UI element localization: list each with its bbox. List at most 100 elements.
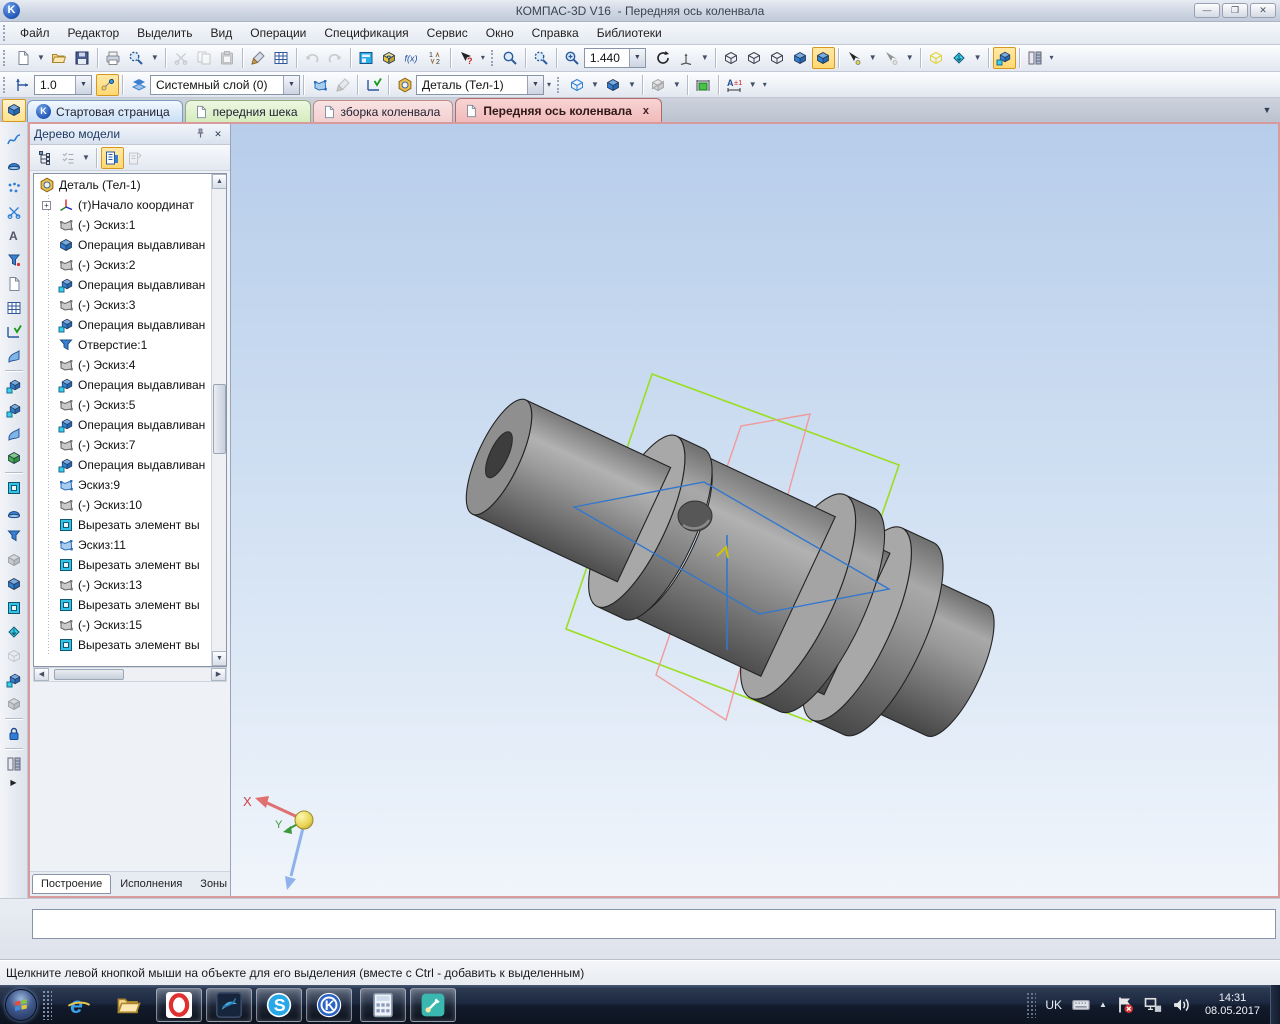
tree-item-origin[interactable]: +(т)Начало координат <box>34 195 211 215</box>
tree-item-sketch15[interactable]: (-) Эскиз:15 <box>34 615 211 635</box>
volume-icon[interactable] <box>1171 995 1191 1015</box>
slot-operation-button[interactable] <box>2 548 26 572</box>
redo-button[interactable] <box>324 47 347 69</box>
rebuild-dropdown[interactable]: ▼ <box>971 47 985 69</box>
zoom-combo-dropdown[interactable]: ▼ <box>629 49 645 67</box>
boolean-operation-button[interactable] <box>2 476 26 500</box>
tree-item-cutout4[interactable]: Вырезать элемент вы <box>34 635 211 655</box>
spec-sheet-tool-button[interactable] <box>2 272 26 296</box>
tab-front-cheek[interactable]: передния шека <box>185 100 311 122</box>
tree-item-cutout1[interactable]: Вырезать элемент вы <box>34 515 211 535</box>
menu-file[interactable]: Файл <box>11 23 59 43</box>
pattern-operation-button[interactable] <box>2 668 26 692</box>
toolbar-overflow[interactable]: ▾ <box>478 47 488 69</box>
macro-tool-button[interactable] <box>2 752 26 776</box>
expand-plus-icon[interactable]: + <box>42 201 51 210</box>
new-document-dropdown[interactable]: ▼ <box>34 47 48 69</box>
tab-close-icon[interactable]: x <box>643 105 649 117</box>
taskbar-skype[interactable] <box>256 988 302 1022</box>
tree-item-sketch4[interactable]: (-) Эскиз:4 <box>34 355 211 375</box>
tab-construction[interactable]: Построение <box>32 874 111 894</box>
tree-horizontal-scrollbar[interactable]: ◀ ▶ <box>33 667 227 682</box>
solid-display-button[interactable] <box>602 74 625 96</box>
hidden-lines-thin-button[interactable] <box>766 47 789 69</box>
action-center-flag-icon[interactable] <box>1115 995 1135 1015</box>
tray-expand-icon[interactable]: ▲ <box>1099 1000 1107 1009</box>
cut-button[interactable] <box>170 47 193 69</box>
viewport-3d[interactable]: Y X Z <box>231 124 1278 896</box>
menu-service[interactable]: Сервис <box>418 23 477 43</box>
tolerance-dropdown[interactable]: ▼ <box>746 74 760 96</box>
zoom-selection-button[interactable] <box>530 47 553 69</box>
tree-filter-dropdown[interactable]: ▼ <box>79 147 93 169</box>
shaded-button[interactable] <box>789 47 812 69</box>
zoom-value[interactable]: 1.440 <box>585 51 629 65</box>
show-desktop-button[interactable] <box>1270 985 1280 1024</box>
menu-view[interactable]: Вид <box>202 23 242 43</box>
section-dropdown[interactable]: ▼ <box>670 74 684 96</box>
tree-structure-button[interactable] <box>33 147 56 169</box>
hole-operation-button[interactable] <box>2 524 26 548</box>
menu-operations[interactable]: Операции <box>241 23 315 43</box>
tree-additional-button[interactable] <box>124 147 147 169</box>
zoom-area-button[interactable] <box>499 47 522 69</box>
shaded-with-edges-button[interactable] <box>812 47 835 69</box>
menu-libraries[interactable]: Библиотеки <box>588 23 671 43</box>
hide-objects-button[interactable] <box>880 47 903 69</box>
toolbar-overflow[interactable]: ▾ <box>1047 47 1057 69</box>
trim-tool-button[interactable] <box>2 200 26 224</box>
print-preview-dropdown[interactable]: ▼ <box>148 47 162 69</box>
mirror-operation-button[interactable] <box>2 644 26 668</box>
tree-vertical-scrollbar[interactable]: ▲ ▼ <box>211 174 226 666</box>
document-combo-dropdown[interactable]: ▼ <box>527 76 543 94</box>
tree-item-sketch7[interactable]: (-) Эскиз:7 <box>34 435 211 455</box>
paste-button[interactable] <box>216 47 239 69</box>
tree-item-sketch5[interactable]: (-) Эскиз:5 <box>34 395 211 415</box>
rebuild-button[interactable] <box>948 47 971 69</box>
taskbar-clock[interactable]: 14:31 08.05.2017 <box>1195 992 1270 1018</box>
spline-tool-button[interactable] <box>2 128 26 152</box>
scroll-left-button[interactable]: ◀ <box>34 668 49 681</box>
tree-item-sketch13[interactable]: (-) Эскиз:13 <box>34 575 211 595</box>
toolbar-overflow[interactable]: ▾ <box>544 74 554 96</box>
functions-button[interactable] <box>401 47 424 69</box>
dimensions-3d-button[interactable] <box>925 47 948 69</box>
layer-value[interactable]: Системный слой (0) <box>151 78 283 92</box>
model-texture-button[interactable] <box>565 74 588 96</box>
relations-button[interactable] <box>993 47 1016 69</box>
model-rows-button[interactable] <box>1024 47 1047 69</box>
message-input[interactable] <box>33 910 1275 938</box>
tab-front-axle-active[interactable]: Передняя ось коленвала x <box>455 98 662 122</box>
solid-tool-button[interactable] <box>2 152 26 176</box>
print-button[interactable] <box>102 47 125 69</box>
tree-item-extrude3[interactable]: Операция выдавливан <box>34 315 211 335</box>
wireframe-button[interactable] <box>720 47 743 69</box>
tab-start-page[interactable]: K Стартовая страница <box>27 100 183 122</box>
start-button[interactable] <box>2 986 40 1024</box>
close-panel-button[interactable]: ✕ <box>210 127 226 142</box>
tab-crankshaft-assembly[interactable]: зборка коленвала <box>313 100 454 122</box>
tree-item-sketch10[interactable]: (-) Эскиз:10 <box>34 495 211 515</box>
copy-properties-button[interactable] <box>247 47 270 69</box>
crankshaft-solid[interactable] <box>433 347 1026 782</box>
menu-help[interactable]: Справка <box>523 23 588 43</box>
keyboard-layout-icon[interactable] <box>1071 995 1091 1015</box>
tree-item-extrude2[interactable]: Операция выдавливан <box>34 275 211 295</box>
simplify-dropdown[interactable]: ▼ <box>866 47 880 69</box>
taskbar-calculator[interactable] <box>360 988 406 1022</box>
menu-editor[interactable]: Редактор <box>59 23 129 43</box>
check-axes-button[interactable] <box>362 74 385 96</box>
tree-item-sketch9[interactable]: Эскиз:9 <box>34 475 211 495</box>
pin-panel-button[interactable] <box>194 127 210 142</box>
points-tool-button[interactable] <box>2 176 26 200</box>
surface-tool-button[interactable] <box>2 344 26 368</box>
shell-operation-button[interactable] <box>2 596 26 620</box>
tree-item-sketch3[interactable]: (-) Эскиз:3 <box>34 295 211 315</box>
menu-window[interactable]: Окно <box>477 23 523 43</box>
taskbar-graphics-editor[interactable] <box>410 988 456 1022</box>
local-csys-button[interactable] <box>308 74 331 96</box>
menu-select[interactable]: Выделить <box>128 23 201 43</box>
spreadsheet-button[interactable] <box>270 47 293 69</box>
toolbar-overflow[interactable]: ▾ <box>760 74 770 96</box>
tab-versions[interactable]: Исполнения <box>111 874 191 894</box>
